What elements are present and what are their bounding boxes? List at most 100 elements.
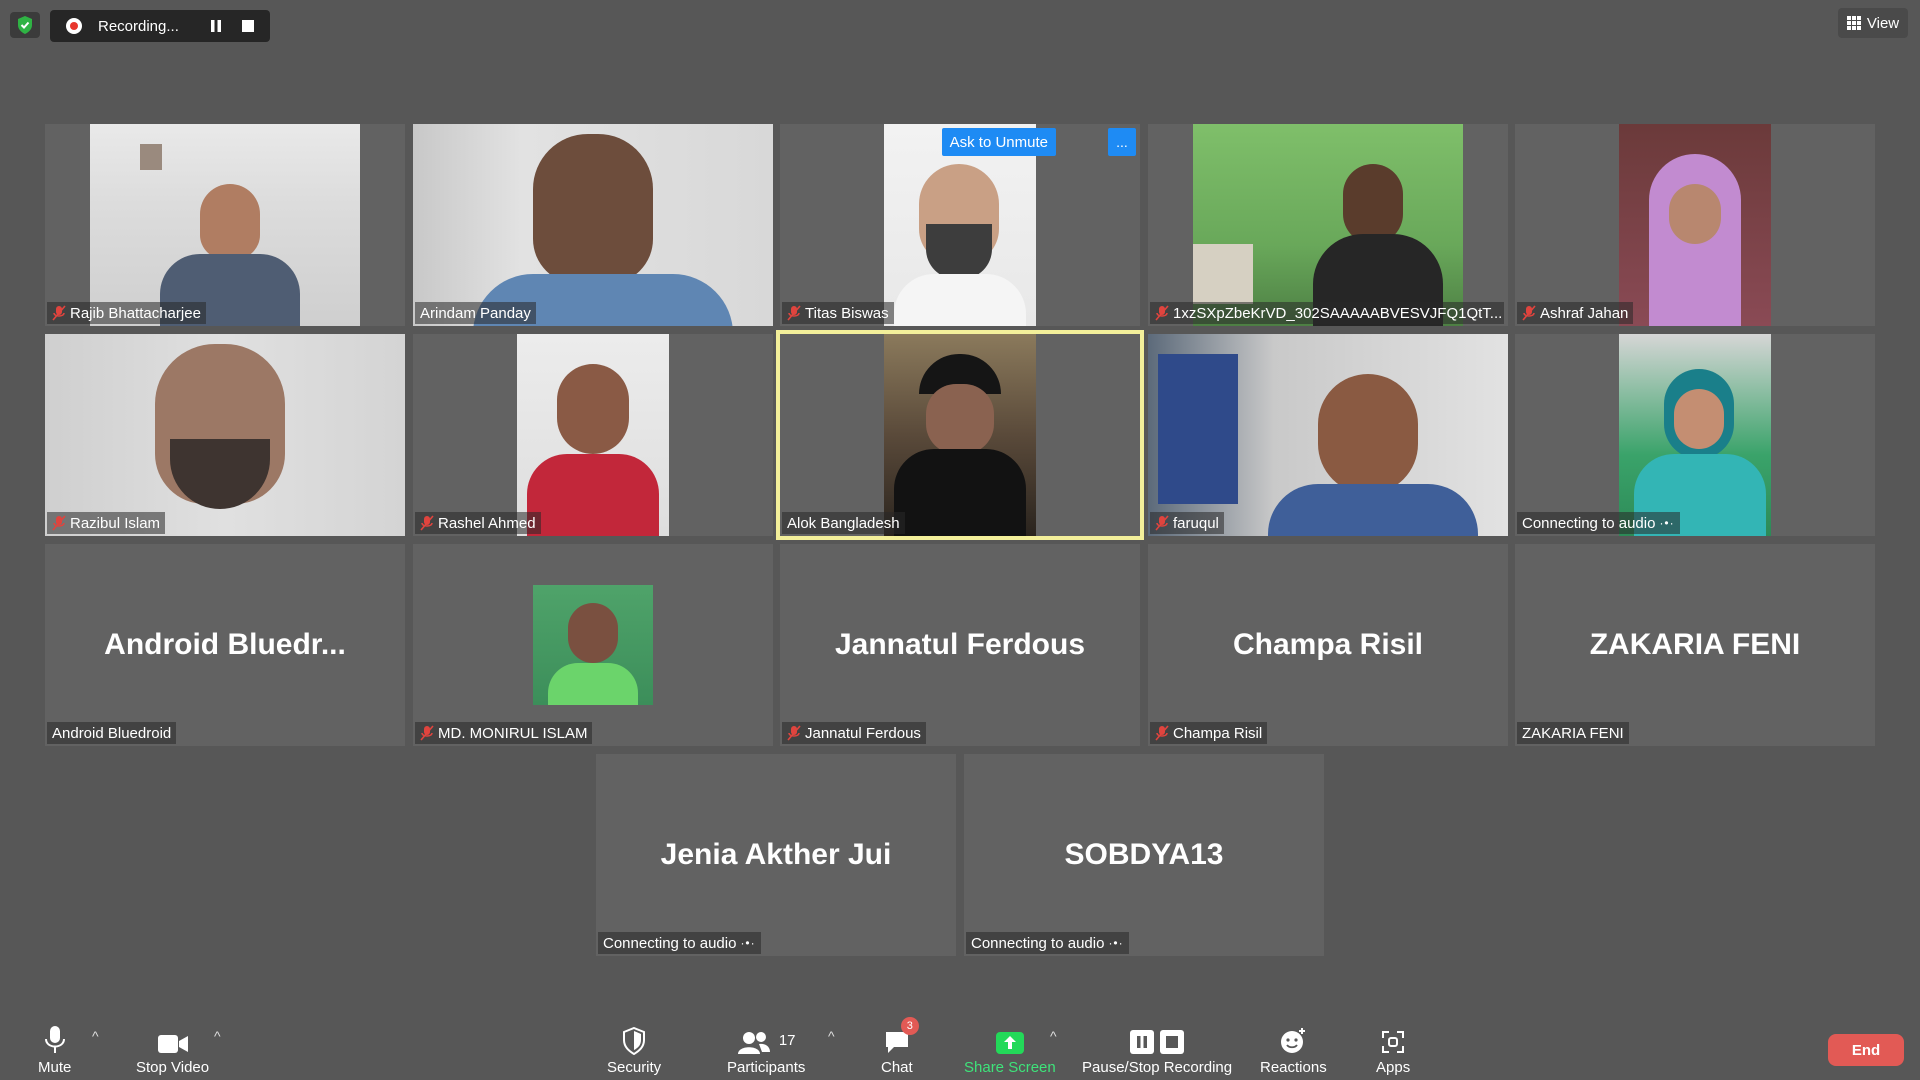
pause-recording-button[interactable]: [202, 12, 230, 40]
muted-mic-icon: [787, 305, 801, 321]
chat-unread-badge: 3: [900, 1017, 919, 1035]
view-button[interactable]: View: [1838, 8, 1908, 38]
muted-mic-icon: [420, 515, 434, 531]
participant-tile[interactable]: SOBDYA13 Connecting to audio ·•·: [964, 754, 1324, 956]
participant-tile[interactable]: Razibul Islam: [45, 334, 405, 536]
microphone-icon: [44, 1021, 66, 1055]
participant-tile[interactable]: Connecting to audio ·•·: [1515, 334, 1875, 536]
mute-button[interactable]: Mute: [38, 1021, 71, 1076]
participants-count: 17: [778, 1032, 796, 1049]
share-screen-icon: [995, 1021, 1025, 1055]
participant-nameplate: Connecting to audio ·•·: [966, 932, 1129, 954]
recording-dot-icon: [66, 18, 82, 34]
apps-button[interactable]: Apps: [1376, 1021, 1410, 1076]
participants-button[interactable]: 17 Participants: [727, 1021, 805, 1076]
share-options-chevron-up-icon[interactable]: ^: [1050, 1028, 1057, 1044]
muted-mic-icon: [1155, 305, 1169, 321]
participant-nameplate: Arindam Panday: [415, 302, 536, 324]
participant-nameplate: faruqul: [1150, 512, 1224, 534]
participant-tile[interactable]: faruqul: [1148, 334, 1508, 536]
participant-nameplate: Rashel Ahmed: [415, 512, 541, 534]
participant-nameplate: Rajib Bhattacharjee: [47, 302, 206, 324]
participant-name: ZAKARIA FENI: [1522, 724, 1624, 742]
participant-display-name: SOBDYA13: [1064, 838, 1224, 871]
participant-nameplate: MD. MONIRUL ISLAM: [415, 722, 593, 744]
participant-name: Rashel Ahmed: [438, 514, 536, 532]
participants-label: Participants: [727, 1059, 806, 1076]
participant-display-name: Champa Risil: [1232, 628, 1424, 661]
participant-tile[interactable]: Arindam Panday: [413, 124, 773, 326]
participant-name: Connecting to audio: [603, 934, 737, 952]
video-options-chevron-up-icon[interactable]: ^: [214, 1028, 221, 1044]
reactions-label: Reactions: [1260, 1059, 1327, 1076]
participant-video: [413, 124, 773, 326]
participant-name: Connecting to audio: [971, 934, 1105, 952]
share-screen-label: Share Screen: [964, 1059, 1056, 1076]
participant-video: [884, 334, 1036, 536]
muted-mic-icon: [52, 305, 66, 321]
recording-controls-icon: [1129, 1021, 1185, 1055]
connecting-icon: ·•·: [1659, 516, 1675, 530]
top-bar: Recording... View: [0, 0, 1920, 52]
participant-name: 1xzSXpZbeKrVD_302SAAAAABVESVJFQ1QtT...: [1173, 304, 1503, 322]
participant-name: Titas Biswas: [805, 304, 889, 322]
participant-nameplate: Alok Bangladesh: [782, 512, 905, 534]
ask-to-unmute-button[interactable]: Ask to Unmute: [941, 128, 1056, 156]
participant-nameplate: 1xzSXpZbeKrVD_302SAAAAABVESVJFQ1QtT...: [1150, 302, 1504, 324]
participant-tile[interactable]: Champa Risil Champa Risil: [1148, 544, 1508, 746]
participant-name: Jannatul Ferdous: [805, 724, 921, 742]
participant-avatar: [533, 585, 653, 705]
participant-name: Connecting to audio: [1522, 514, 1656, 532]
apps-icon: [1380, 1021, 1406, 1055]
more-options-button[interactable]: ...: [1108, 128, 1136, 156]
participant-video: [1148, 334, 1508, 536]
mute-label: Mute: [38, 1059, 72, 1076]
muted-mic-icon: [1522, 305, 1536, 321]
share-screen-button[interactable]: Share Screen: [964, 1021, 1056, 1076]
chat-button[interactable]: 3 Chat: [881, 1017, 919, 1076]
pause-stop-recording-button[interactable]: Pause/Stop Recording: [1082, 1021, 1232, 1076]
participant-display-name: Android Bluedr...: [104, 628, 346, 661]
audio-options-chevron-up-icon[interactable]: ^: [92, 1028, 99, 1044]
participant-video: [1193, 124, 1463, 326]
recording-indicator: Recording...: [50, 10, 270, 42]
participant-tile[interactable]: ZAKARIA FENI ZAKARIA FENI: [1515, 544, 1875, 746]
security-button[interactable]: Security: [607, 1021, 661, 1076]
participant-name: MD. MONIRUL ISLAM: [438, 724, 588, 742]
recording-controls-label: Pause/Stop Recording: [1082, 1059, 1233, 1076]
participant-tile[interactable]: Jenia Akther Jui Connecting to audio ·•·: [596, 754, 956, 956]
participant-tile[interactable]: Ask to Unmute ... Titas Biswas: [780, 124, 1140, 326]
participant-tile[interactable]: MD. MONIRUL ISLAM: [413, 544, 773, 746]
participant-nameplate: Jannatul Ferdous: [782, 722, 926, 744]
muted-mic-icon: [420, 725, 434, 741]
participant-name: Champa Risil: [1173, 724, 1263, 742]
participant-display-name: Jannatul Ferdous: [834, 628, 1086, 661]
participant-name: Arindam Panday: [420, 304, 531, 322]
participant-tile[interactable]: Android Bluedr... Android Bluedroid: [45, 544, 405, 746]
end-meeting-button[interactable]: End: [1828, 1034, 1904, 1066]
participant-video: [517, 334, 669, 536]
video-camera-icon: [157, 1021, 189, 1055]
participant-nameplate: Champa Risil: [1150, 722, 1268, 744]
stop-video-label: Stop Video: [136, 1059, 210, 1076]
stop-video-button[interactable]: Stop Video: [136, 1021, 209, 1076]
participant-nameplate: Ashraf Jahan: [1517, 302, 1634, 324]
participant-video: [1619, 124, 1771, 326]
participant-tile[interactable]: Rajib Bhattacharjee: [45, 124, 405, 326]
stop-icon: [242, 20, 254, 32]
stop-recording-button[interactable]: [234, 12, 262, 40]
security-shield-icon[interactable]: [10, 12, 40, 38]
connecting-icon: ·•·: [740, 936, 756, 950]
participant-name: Ashraf Jahan: [1540, 304, 1629, 322]
active-speaker-tile[interactable]: Alok Bangladesh: [776, 330, 1144, 540]
participant-tile[interactable]: Ashraf Jahan: [1515, 124, 1875, 326]
smiley-icon: [1279, 1021, 1307, 1055]
participant-tile[interactable]: 1xzSXpZbeKrVD_302SAAAAABVESVJFQ1QtT...: [1148, 124, 1508, 326]
chat-label: Chat: [881, 1059, 913, 1076]
participants-options-chevron-up-icon[interactable]: ^: [828, 1028, 835, 1044]
participant-nameplate: Android Bluedroid: [47, 722, 177, 744]
participant-tile[interactable]: Rashel Ahmed: [413, 334, 773, 536]
reactions-button[interactable]: Reactions: [1260, 1021, 1327, 1076]
shield-icon: [622, 1021, 646, 1055]
participant-tile[interactable]: Jannatul Ferdous Jannatul Ferdous: [780, 544, 1140, 746]
